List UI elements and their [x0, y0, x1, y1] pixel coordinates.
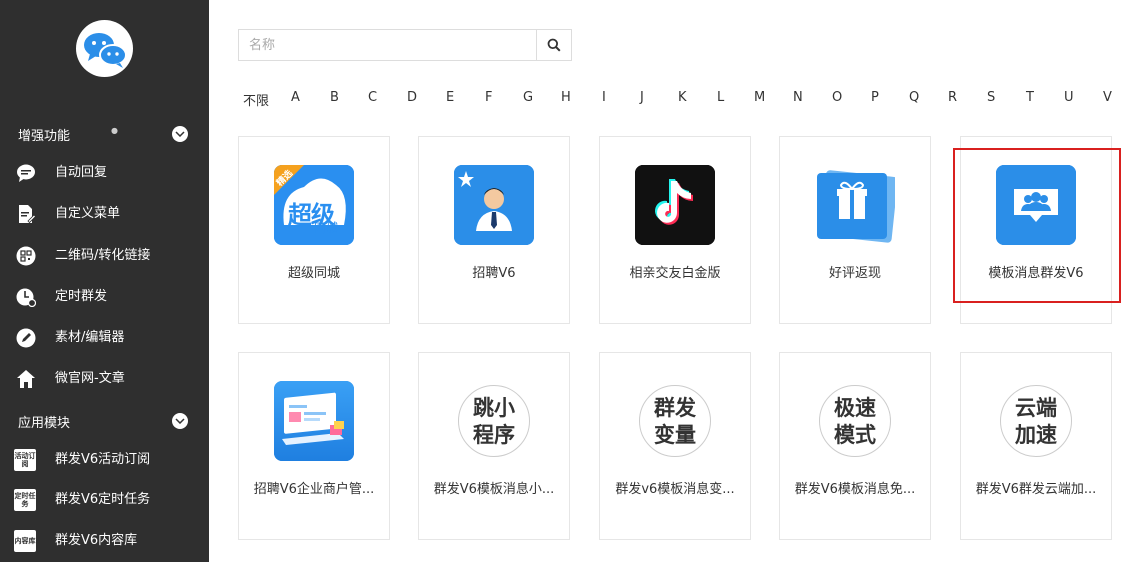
- app-module-icon: 定时任务: [14, 489, 36, 511]
- app-card-recruit-enterprise[interactable]: 招聘V6企业商户管...: [238, 352, 390, 540]
- letter-filter-e[interactable]: E: [446, 90, 454, 105]
- app-card-super-city[interactable]: 精选 超级 同城 超级同城: [238, 136, 390, 324]
- sidebar: 增强功能 ● 自动回复 自定义菜单 二维码/转化链接 定时群发 素材/编辑器 微…: [0, 0, 209, 562]
- sidebar-item-label: 素材/编辑器: [55, 330, 125, 345]
- letter-filter-i[interactable]: I: [602, 90, 606, 105]
- letter-filter-q[interactable]: Q: [909, 90, 919, 105]
- chevron-down-icon[interactable]: [172, 413, 188, 429]
- letter-filter-l[interactable]: L: [717, 90, 724, 105]
- sidebar-item-scheduled-mass[interactable]: 定时群发: [0, 279, 209, 315]
- letter-filter-p[interactable]: P: [871, 90, 879, 105]
- dashboard-screen-icon: [274, 381, 354, 461]
- letter-filter-c[interactable]: C: [368, 90, 377, 105]
- app-card-dating-platinum[interactable]: 相亲交友白金版: [599, 136, 751, 324]
- sidebar-item-activity-subscribe[interactable]: 活动订阅 群发V6活动订阅: [0, 442, 209, 478]
- sidebar-item-label: 定时群发: [55, 289, 108, 304]
- super-city-icon: 精选 超级 同城: [274, 165, 354, 245]
- app-module-icon: 内容库: [14, 530, 36, 552]
- letter-filter-r[interactable]: R: [948, 90, 957, 105]
- sidebar-item-label: 自动回复: [55, 165, 108, 180]
- letter-filter-f[interactable]: F: [485, 90, 492, 105]
- app-module-icon: 活动订阅: [14, 449, 36, 471]
- sidebar-item-content-library[interactable]: 内容库 群发V6内容库: [0, 523, 209, 559]
- letter-filter-o[interactable]: O: [832, 90, 842, 105]
- wechat-logo: [76, 20, 133, 77]
- gift-icon: [815, 165, 898, 245]
- sidebar-item-label: 二维码/转化链接: [55, 248, 151, 263]
- text-logo-mini-program: 跳小程序: [454, 381, 534, 461]
- sidebar-item-material-editor[interactable]: 素材/编辑器: [0, 320, 209, 356]
- app-card-title: 招聘V6企业商户管...: [253, 482, 375, 497]
- tiktok-icon: [635, 165, 715, 245]
- letter-filter-m[interactable]: M: [754, 90, 765, 105]
- text-logo-fast-mode: 极速模式: [815, 381, 895, 461]
- letter-filter-b[interactable]: B: [330, 90, 339, 105]
- app-card-template-mini-program[interactable]: 跳小程序 群发V6模板消息小...: [418, 352, 570, 540]
- search-input[interactable]: [239, 30, 536, 60]
- search-button[interactable]: [536, 30, 571, 60]
- chat-bubble-icon: [16, 163, 36, 183]
- sidebar-item-micro-site[interactable]: 微官网-文章: [0, 361, 209, 397]
- app-card-title: 群发v6模板消息变...: [615, 482, 735, 497]
- app-card-title: 超级同城: [287, 266, 340, 281]
- pencil-icon: [16, 328, 36, 348]
- app-card-title: 群发V6模板消息免...: [794, 482, 916, 497]
- text-logo-cloud-accel: 云端加速: [996, 381, 1076, 461]
- letter-filter-u[interactable]: U: [1064, 90, 1074, 105]
- app-card-title: 群发V6模板消息小...: [433, 482, 555, 497]
- app-card-template-free[interactable]: 极速模式 群发V6模板消息免...: [779, 352, 931, 540]
- section-label: 应用模块: [18, 415, 71, 431]
- letter-filter-n[interactable]: N: [793, 90, 803, 105]
- chevron-down-icon[interactable]: [172, 126, 188, 142]
- search-bar: [238, 29, 572, 61]
- sidebar-item-auto-reply[interactable]: 自动回复: [0, 155, 209, 191]
- sidebar-item-label: 群发V6内容库: [55, 533, 138, 548]
- letter-filter-h[interactable]: H: [561, 90, 571, 105]
- app-card-title: 模板消息群发V6: [988, 266, 1084, 281]
- app-card-title: 相亲交友白金版: [629, 266, 721, 281]
- home-icon: [16, 369, 36, 389]
- app-card-title: 招聘V6: [472, 266, 516, 281]
- sidebar-item-label: 微官网-文章: [55, 371, 125, 386]
- document-edit-icon: [16, 204, 36, 224]
- letter-filter-d[interactable]: D: [407, 90, 417, 105]
- app-card-review-cashback[interactable]: 好评返现: [779, 136, 931, 324]
- sidebar-item-label: 自定义菜单: [55, 206, 121, 221]
- letter-filter-k[interactable]: K: [678, 90, 687, 105]
- text-logo-variable: 群发变量: [635, 381, 715, 461]
- qrcode-icon: [16, 246, 36, 266]
- app-card-title: 好评返现: [828, 266, 881, 281]
- sidebar-item-qrcode[interactable]: 二维码/转化链接: [0, 238, 209, 274]
- section-app-modules[interactable]: 应用模块: [0, 406, 209, 436]
- letter-filter-all[interactable]: 不限: [243, 90, 269, 109]
- letter-filter-v[interactable]: V: [1103, 90, 1112, 105]
- clock-icon: [16, 287, 36, 307]
- sidebar-item-custom-menu[interactable]: 自定义菜单: [0, 196, 209, 232]
- sidebar-item-label: 群发V6定时任务: [55, 492, 151, 507]
- group-message-icon: [996, 165, 1076, 245]
- app-card-recruit-v6[interactable]: 招聘V6: [418, 136, 570, 324]
- app-card-title: 群发V6群发云端加...: [975, 482, 1097, 497]
- dot-icon: ●: [111, 126, 118, 135]
- sidebar-item-label: 群发V6活动订阅: [55, 452, 151, 467]
- letter-filter-g[interactable]: G: [523, 90, 533, 105]
- app-card-template-variable[interactable]: 群发变量 群发v6模板消息变...: [599, 352, 751, 540]
- section-enhanced-features[interactable]: 增强功能 ●: [0, 119, 209, 149]
- app-card-template-mass-v6[interactable]: 模板消息群发V6: [960, 136, 1112, 324]
- app-card-cloud-acceleration[interactable]: 云端加速 群发V6群发云端加...: [960, 352, 1112, 540]
- section-label: 增强功能: [18, 128, 71, 144]
- sidebar-item-scheduled-task[interactable]: 定时任务 群发V6定时任务: [0, 482, 209, 518]
- letter-filter-t[interactable]: T: [1026, 90, 1034, 105]
- letter-filter-j[interactable]: J: [640, 90, 644, 105]
- letter-filter-s[interactable]: S: [987, 90, 995, 105]
- letter-filter-a[interactable]: A: [291, 90, 300, 105]
- search-icon: [547, 38, 561, 52]
- recruit-person-icon: [454, 165, 534, 245]
